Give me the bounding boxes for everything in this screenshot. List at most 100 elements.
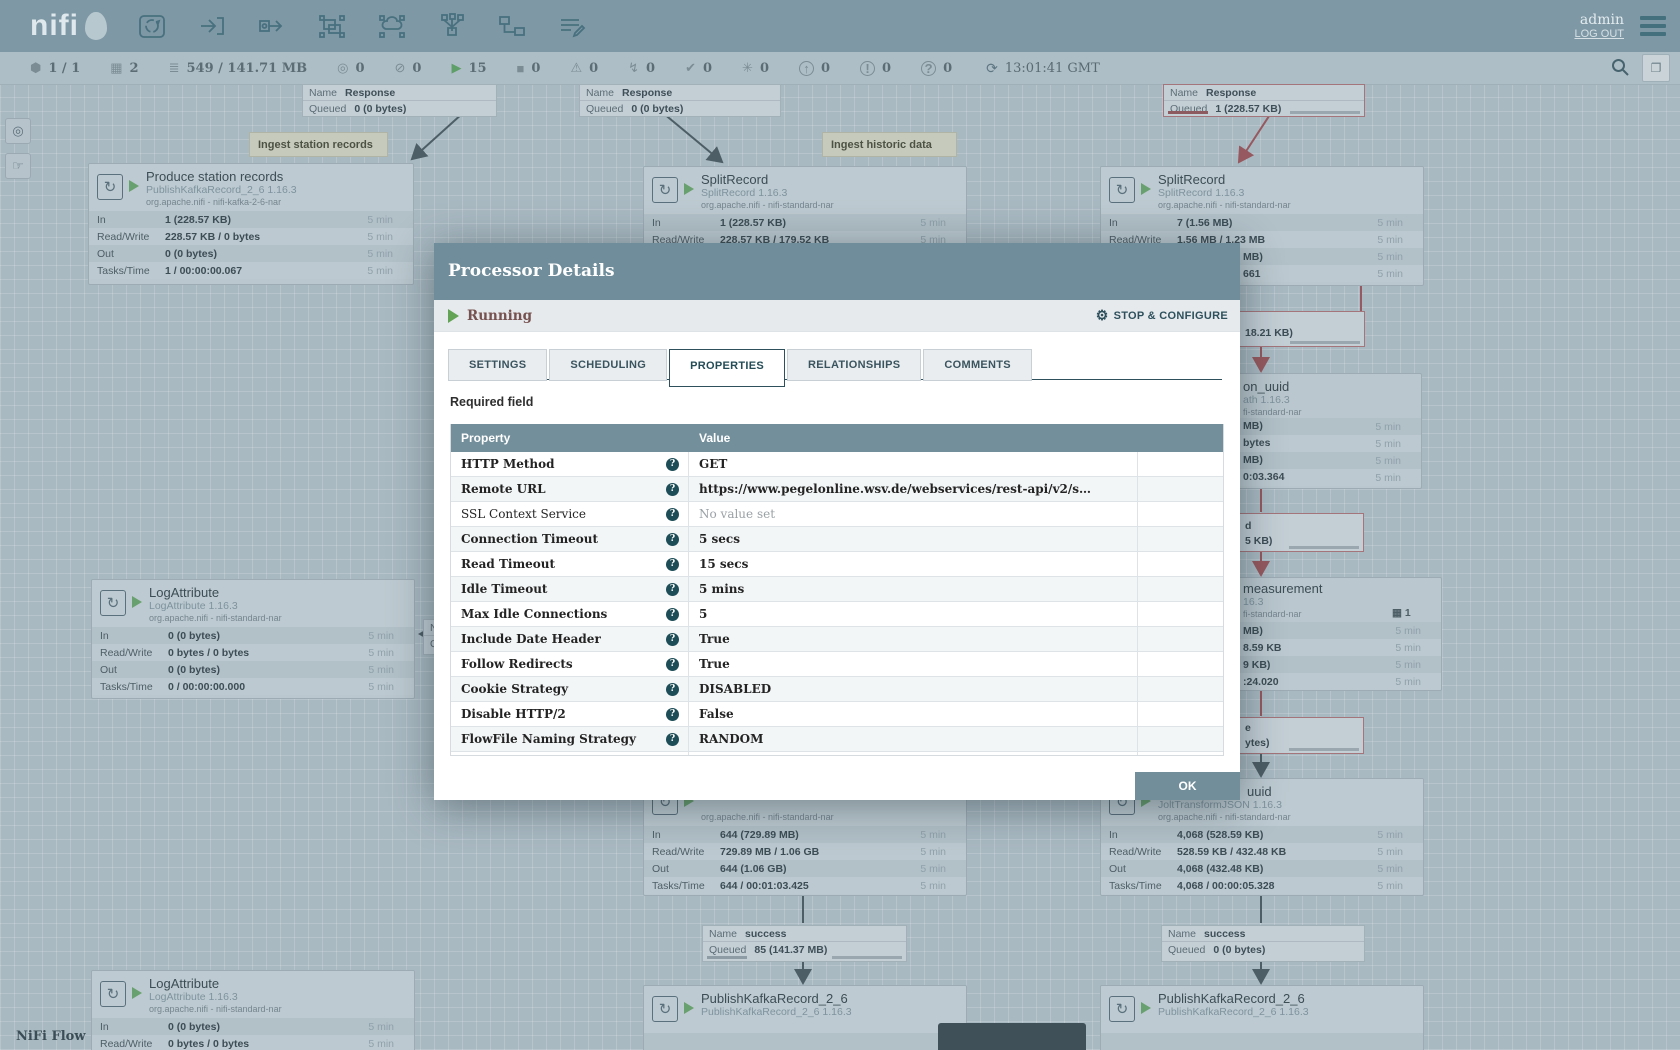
- property-value-cell[interactable]: 5 mins: [689, 577, 1138, 601]
- panel-toggle-icon[interactable]: ❐: [1642, 54, 1670, 82]
- funnel-icon[interactable]: [435, 10, 469, 42]
- name-value: Response: [1206, 87, 1256, 99]
- help-icon[interactable]: ?: [666, 483, 679, 496]
- processor-type: PublishKafkaRecord_2_6 1.16.3: [701, 1006, 852, 1018]
- help-icon[interactable]: ?: [666, 708, 679, 721]
- stat-period: 5 min: [1377, 829, 1403, 841]
- stat-label: In: [652, 217, 720, 229]
- property-row[interactable]: Max Idle Connections?5: [451, 602, 1223, 627]
- help-icon[interactable]: ?: [666, 608, 679, 621]
- processor[interactable]: ↻LogAttributeLogAttribute 1.16.3org.apac…: [91, 970, 415, 1050]
- property-value-cell[interactable]: RANDOM: [689, 727, 1138, 751]
- canvas-label[interactable]: Ingest historic data: [822, 132, 957, 157]
- connection-queued-row: Queued0 (0 bytes): [1162, 941, 1364, 957]
- property-row[interactable]: Remote URL?https://www.pegelonline.wsv.d…: [451, 477, 1223, 502]
- processor-stat-row: Out4,068 (432.48 KB)5 min: [1101, 860, 1423, 877]
- processor-stat-row: Tasks/Time4,068 / 00:00:05.3285 min: [1101, 877, 1423, 894]
- property-value-cell[interactable]: DISABLED: [689, 677, 1138, 701]
- tab-settings[interactable]: SETTINGS: [448, 349, 547, 381]
- tab-comments[interactable]: COMMENTS: [923, 349, 1032, 381]
- property-value-cell[interactable]: No value set: [689, 752, 1138, 756]
- navigate-palette-icon[interactable]: ◎: [5, 118, 31, 144]
- processor-icon[interactable]: [135, 10, 169, 42]
- stat-period: 5 min: [1395, 676, 1421, 688]
- property-value-cell[interactable]: 5 secs: [689, 527, 1138, 551]
- stat-period: 5 min: [368, 647, 394, 659]
- breadcrumb[interactable]: NiFi Flow: [16, 1029, 86, 1044]
- text-fragment: 9 KB): [1243, 659, 1270, 671]
- input-port-icon[interactable]: [195, 10, 229, 42]
- stat-label: Tasks/Time: [1109, 880, 1177, 892]
- stat-period: 5 min: [367, 214, 393, 226]
- help-icon[interactable]: ?: [666, 508, 679, 521]
- text-fragment: MB): [1243, 454, 1263, 466]
- processor[interactable]: ↻PublishKafkaRecord_2_6PublishKafkaRecor…: [1100, 985, 1424, 1050]
- process-group-icon[interactable]: [315, 10, 349, 42]
- help-icon[interactable]: ?: [666, 733, 679, 746]
- help-icon[interactable]: ?: [666, 633, 679, 646]
- locally-modified-stale-icon: !: [860, 61, 875, 76]
- property-value-cell[interactable]: 5: [689, 602, 1138, 626]
- property-row[interactable]: FlowFile Naming Strategy?RANDOM: [451, 727, 1223, 752]
- property-value-cell[interactable]: https://www.pegelonline.wsv.de/webservic…: [689, 477, 1138, 501]
- processor-status-row: Running ⚙ STOP & CONFIGURE: [434, 300, 1240, 332]
- tab-properties[interactable]: PROPERTIES: [669, 349, 785, 387]
- property-value-cell[interactable]: False: [689, 702, 1138, 726]
- property-row[interactable]: Include Date Header? True: [451, 627, 1223, 652]
- connection-label[interactable]: NameResponseQueued1 (228.57 KB): [1163, 84, 1365, 117]
- help-icon[interactable]: ?: [666, 458, 679, 471]
- property-name: Idle Timeout: [461, 582, 666, 596]
- help-icon[interactable]: ?: [666, 558, 679, 571]
- current-user: admin: [1574, 12, 1624, 28]
- tab-relationships[interactable]: RELATIONSHIPS: [787, 349, 921, 381]
- property-value-cell[interactable]: True: [689, 652, 1138, 676]
- tab-scheduling[interactable]: SCHEDULING: [549, 349, 667, 381]
- property-value-cell[interactable]: GET: [689, 452, 1138, 476]
- logout-link[interactable]: LOG OUT: [1574, 28, 1624, 40]
- property-row[interactable]: Disable HTTP/2?False: [451, 702, 1223, 727]
- stat-value: 7 (1.56 MB): [1177, 217, 1232, 229]
- refresh-icon[interactable]: ⟳: [986, 60, 998, 77]
- stop-and-configure-button[interactable]: ⚙ STOP & CONFIGURE: [1096, 307, 1228, 324]
- ok-button[interactable]: OK: [1135, 772, 1240, 800]
- search-icon[interactable]: [1610, 57, 1630, 80]
- property-value-cell[interactable]: No value set: [689, 502, 1138, 526]
- connection-label[interactable]: NamesuccessQueued85 (141.37 MB): [702, 925, 907, 962]
- canvas-label[interactable]: Ingest station records: [249, 132, 388, 157]
- operate-palette-icon[interactable]: ☞: [5, 153, 31, 179]
- connection-label[interactable]: NamesuccessQueued0 (0 bytes): [1161, 925, 1365, 962]
- property-row[interactable]: Follow Redirects?True: [451, 652, 1223, 677]
- help-icon[interactable]: ?: [666, 583, 679, 596]
- property-name: SSL Context Service: [461, 507, 666, 521]
- processor-bundle: org.apache.nifi - nifi-standard-nar: [701, 200, 834, 210]
- property-name: Include Date Header: [461, 632, 666, 646]
- property-row[interactable]: Connection Timeout?5 secs: [451, 527, 1223, 552]
- processor[interactable]: ↻Produce station recordsPublishKafkaReco…: [88, 163, 414, 285]
- property-row[interactable]: Attributes to Send?No value set: [451, 752, 1223, 756]
- output-port-icon[interactable]: [255, 10, 289, 42]
- property-row[interactable]: Idle Timeout? 5 mins: [451, 577, 1223, 602]
- help-icon[interactable]: ?: [666, 658, 679, 671]
- stat-period: 5 min: [1377, 268, 1403, 280]
- property-name-cell: HTTP Method?: [451, 452, 689, 476]
- property-row[interactable]: HTTP Method?GET: [451, 452, 1223, 477]
- help-icon[interactable]: ?: [666, 533, 679, 546]
- connection-label[interactable]: NameResponseQueued0 (0 bytes): [302, 84, 497, 117]
- processor[interactable]: ↻LogAttributeLogAttribute 1.16.3org.apac…: [91, 579, 415, 699]
- label-icon[interactable]: [555, 10, 589, 42]
- stat-value: 0 (0 bytes): [168, 664, 220, 676]
- template-icon[interactable]: [495, 10, 529, 42]
- status-counter-cluster: ⬢1 / 1: [30, 60, 80, 76]
- property-value-cell[interactable]: True: [689, 627, 1138, 651]
- property-row[interactable]: Read Timeout?15 secs: [451, 552, 1223, 577]
- property-row[interactable]: SSL Context Service? No value set: [451, 502, 1223, 527]
- global-menu-icon[interactable]: [1640, 12, 1666, 40]
- remote-process-group-icon[interactable]: [375, 10, 409, 42]
- processor-stat-row: Read/Write0 bytes / 0 bytes5 min: [92, 644, 414, 661]
- property-row[interactable]: Cookie Strategy?DISABLED: [451, 677, 1223, 702]
- help-icon[interactable]: ?: [666, 683, 679, 696]
- processor-stat-row: In7 (1.56 MB)5 min: [1101, 214, 1423, 231]
- property-value-cell[interactable]: 15 secs: [689, 552, 1138, 576]
- connection-label[interactable]: NameResponseQueued0 (0 bytes): [579, 84, 781, 117]
- processor[interactable]: ↻PublishKafkaRecord_2_6PublishKafkaRecor…: [643, 985, 967, 1050]
